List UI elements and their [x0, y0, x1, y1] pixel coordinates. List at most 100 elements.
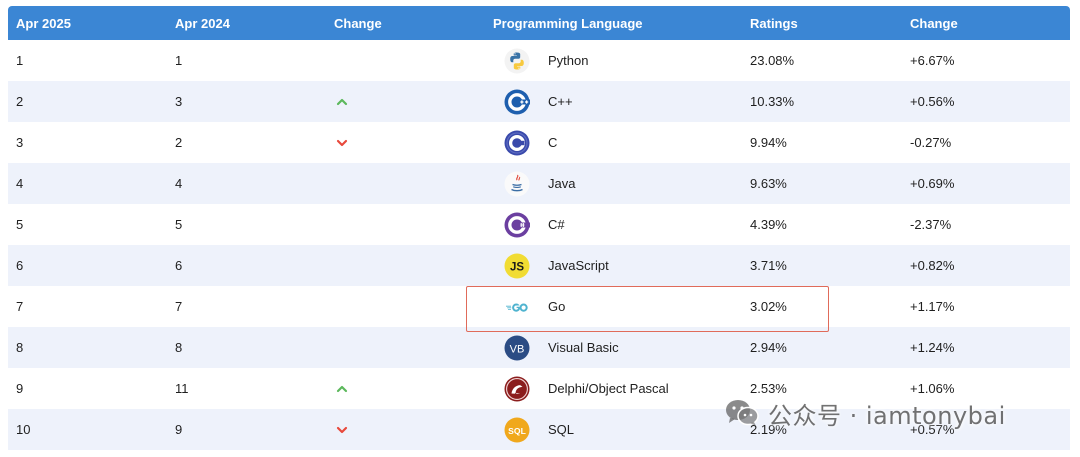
cell-ratings: 9.94% — [750, 135, 787, 150]
cell-logo — [485, 376, 548, 402]
cell-rank-prev: 8 — [175, 340, 183, 355]
cell-trend — [326, 97, 485, 107]
table-header: Apr 2025 Apr 2024 Change Programming Lan… — [8, 6, 1070, 40]
cell-rank-now: 5 — [16, 217, 24, 232]
cell-language: Python — [548, 53, 589, 68]
cell-language: JavaScript — [548, 258, 609, 273]
java-logo-icon — [504, 171, 530, 197]
cpp-logo-icon — [504, 89, 530, 115]
delphi-logo-icon — [504, 376, 530, 402]
cell-rank-now: 1 — [16, 53, 24, 68]
visual-basic-logo-icon: VB — [504, 335, 530, 361]
cell-logo: SQL — [485, 417, 548, 443]
header-language: Programming Language — [493, 15, 643, 31]
csharp-logo-icon — [504, 212, 530, 238]
svg-text:SQL: SQL — [508, 425, 526, 435]
cell-language: C++ — [548, 94, 573, 109]
cell-logo — [485, 48, 548, 74]
cell-ratings: 4.39% — [750, 217, 787, 232]
cell-rank-now: 4 — [16, 176, 24, 191]
cell-logo: VB — [485, 335, 548, 361]
cell-language: Java — [548, 176, 576, 191]
language-ranking-table: Apr 2025 Apr 2024 Change Programming Lan… — [8, 6, 1070, 450]
cell-logo — [485, 294, 548, 320]
cell-rank-now: 8 — [16, 340, 24, 355]
trend-up-icon — [336, 385, 348, 392]
header-change: Change — [334, 15, 382, 31]
table-row: 7 7 Go 3.02% +1.17% — [8, 286, 1070, 327]
cell-ratings: 2.53% — [750, 381, 787, 396]
sql-logo-icon: SQL — [504, 417, 530, 443]
table-row: 4 4 Java 9.63% +0.69% — [8, 163, 1070, 204]
cell-ratings: 10.33% — [750, 94, 795, 109]
svg-text:JS: JS — [509, 261, 523, 273]
cell-logo — [485, 89, 548, 115]
cell-language: Go — [548, 299, 566, 314]
header-rank-now: Apr 2025 — [16, 15, 71, 31]
cell-change: +0.82% — [910, 258, 955, 273]
cell-rank-prev: 6 — [175, 258, 183, 273]
cell-rank-prev: 2 — [175, 135, 183, 150]
cell-change: -2.37% — [910, 217, 952, 232]
python-logo-icon — [504, 48, 530, 74]
trend-down-icon — [336, 426, 348, 433]
cell-change: +1.24% — [910, 340, 955, 355]
cell-rank-now: 9 — [16, 381, 24, 396]
wechat-icon — [726, 400, 759, 426]
cell-ratings: 23.08% — [750, 53, 795, 68]
header-ratings-change: Change — [910, 15, 958, 31]
cell-rank-prev: 5 — [175, 217, 183, 232]
table-row: 2 3 C++ 10.33% +0.56% — [8, 81, 1070, 122]
cell-rank-prev: 11 — [175, 381, 189, 396]
cell-rank-prev: 3 — [175, 94, 183, 109]
cell-language: Delphi/Object Pascal — [548, 381, 669, 396]
table-row: 5 5 C# 4.39% -2.37% — [8, 204, 1070, 245]
table-row: 3 2 C 9.94% -0.27% — [8, 122, 1070, 163]
trend-down-icon — [336, 139, 348, 146]
cell-logo — [485, 212, 548, 238]
trend-up-icon — [336, 98, 348, 105]
table-row: 6 6 JS JavaScript 3.71% +0.82% — [8, 245, 1070, 286]
cell-trend — [326, 138, 485, 148]
cell-change: +6.67% — [910, 53, 955, 68]
cell-rank-prev: 1 — [175, 53, 183, 68]
cell-trend — [326, 384, 485, 394]
go-logo-icon — [504, 294, 530, 320]
cell-rank-now: 7 — [16, 299, 24, 314]
table-row: 8 8 VB Visual Basic 2.94% +1.24% — [8, 327, 1070, 368]
table-row: 1 1 Python 23.08% +6.67% — [8, 40, 1070, 81]
cell-change: +1.17% — [910, 299, 955, 314]
cell-logo — [485, 171, 548, 197]
tiobe-index-page: Apr 2025 Apr 2024 Change Programming Lan… — [0, 0, 1080, 457]
cell-rank-prev: 9 — [175, 422, 183, 437]
cell-ratings: 9.63% — [750, 176, 787, 191]
header-rank-prev: Apr 2024 — [175, 15, 230, 31]
c-logo-icon — [504, 130, 530, 156]
svg-text:VB: VB — [509, 343, 524, 355]
cell-rank-prev: 7 — [175, 299, 183, 314]
cell-change: +1.06% — [910, 381, 955, 396]
cell-ratings: 3.02% — [750, 299, 787, 314]
cell-rank-now: 2 — [16, 94, 24, 109]
cell-rank-now: 3 — [16, 135, 24, 150]
cell-change: +0.56% — [910, 94, 955, 109]
cell-ratings: 2.94% — [750, 340, 787, 355]
cell-logo: JS — [485, 253, 548, 279]
cell-change: -0.27% — [910, 135, 952, 150]
cell-language: C# — [548, 217, 565, 232]
cell-rank-now: 6 — [16, 258, 24, 273]
cell-ratings: 3.71% — [750, 258, 787, 273]
watermark-text: 公众号 · iamtonybai — [768, 401, 1006, 430]
cell-logo — [485, 130, 548, 156]
cell-trend — [326, 425, 485, 435]
table-body: 1 1 Python 23.08% +6.67% 2 3 C++ 10.33% +0.56% 3 2 C… — [8, 40, 1070, 450]
cell-change: +0.69% — [910, 176, 955, 191]
header-ratings: Ratings — [750, 15, 798, 31]
watermark: 公众号 · iamtonybai — [724, 396, 1006, 430]
cell-language: SQL — [548, 422, 575, 437]
cell-rank-now: 10 — [16, 422, 31, 437]
javascript-logo-icon: JS — [504, 253, 530, 279]
cell-rank-prev: 4 — [175, 176, 183, 191]
cell-language: C — [548, 135, 558, 150]
cell-language: Visual Basic — [548, 340, 619, 355]
